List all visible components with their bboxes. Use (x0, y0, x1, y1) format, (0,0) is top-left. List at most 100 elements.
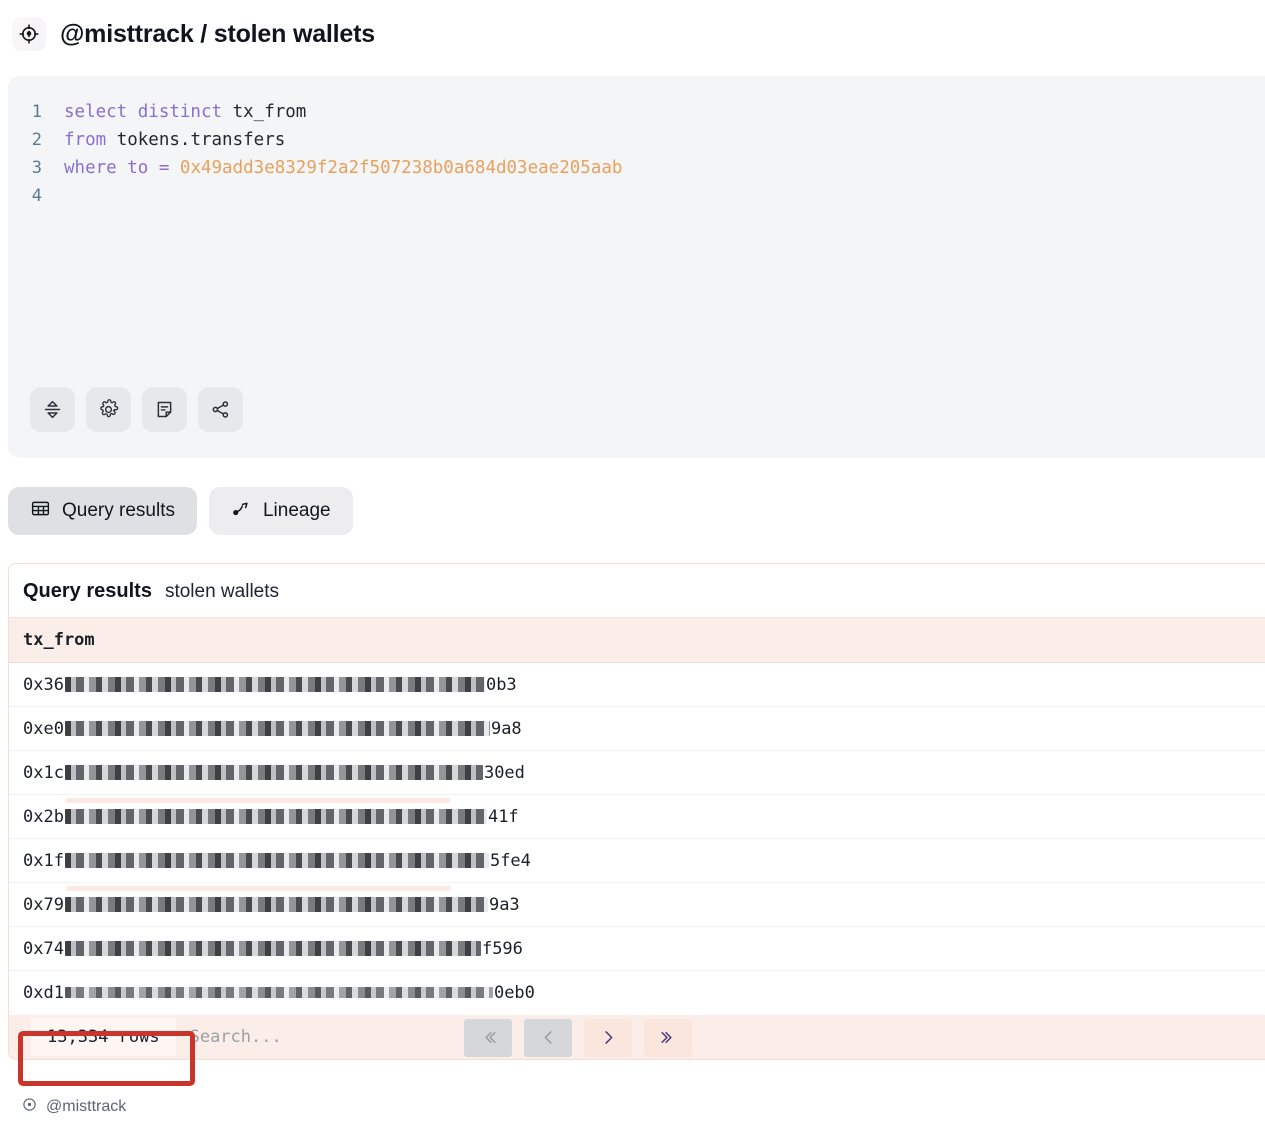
next-page-button[interactable] (584, 1019, 632, 1057)
sql-code-area[interactable]: 1 select distinct tx_from 2 from tokens.… (8, 76, 1265, 210)
code-line-content: where to = 0x49add3e8329f2a2f507238b0a68… (64, 154, 622, 182)
redaction-bar (65, 809, 487, 824)
gear-icon[interactable] (86, 387, 131, 432)
lineage-arrow-icon (231, 498, 252, 525)
result-tabs: Query results Lineage (8, 487, 353, 535)
code-line: 1 select distinct tx_from (8, 98, 1265, 126)
redacted-address: 0x799a3 (23, 895, 520, 915)
redacted-address: 0x1c 30ed (23, 763, 525, 783)
results-footer: 13,334 rows (9, 1015, 1265, 1059)
tab-query-results[interactable]: Query results (8, 487, 197, 535)
first-page-button[interactable] (464, 1019, 512, 1057)
expand-collapse-icon[interactable] (30, 387, 75, 432)
cell-tx-from: 0xd1 0eb0 (9, 971, 1265, 1015)
share-icon[interactable] (198, 387, 243, 432)
redacted-address: 0xd1 0eb0 (23, 983, 535, 1003)
redacted-address: 0x74 f596 (23, 939, 523, 959)
results-table: tx_from 0x36 0b3 0xe0 9a8 0x1c 30ed 0x2b 41f… (9, 617, 1265, 1015)
table-row[interactable]: 0x74 f596 (9, 927, 1265, 971)
results-table-head: tx_from (9, 618, 1265, 663)
cell-tx-from: 0x1f 5fe4 (9, 839, 1265, 883)
cell-tx-from: 0xe0 9a8 (9, 707, 1265, 751)
table-row[interactable]: 0xd1 0eb0 (9, 971, 1265, 1015)
query-results-card: Query results stolen wallets tx_from 0x3… (8, 563, 1265, 1060)
address-prefix: 0x36 (23, 675, 64, 695)
redaction-bar (65, 987, 493, 998)
sql-keyword: select distinct (64, 102, 222, 122)
crosshair-target-icon (12, 17, 46, 51)
cell-tx-from: 0x74 f596 (9, 927, 1265, 971)
note-icon[interactable] (142, 387, 187, 432)
redaction-bar (65, 853, 489, 868)
cell-tx-from: 0x1c 30ed (9, 751, 1265, 795)
address-prefix: 0x1c (23, 763, 64, 783)
redaction-bar (65, 941, 481, 956)
code-line-content: from tokens.transfers (64, 126, 285, 154)
redacted-address: 0x1f 5fe4 (23, 851, 531, 871)
redaction-bar (65, 897, 488, 912)
address-prefix: 0xd1 (23, 983, 64, 1003)
redacted-address: 0xe0 9a8 (23, 719, 522, 739)
address-prefix: 0x1f (23, 851, 64, 871)
tab-label: Query results (62, 500, 175, 522)
table-row[interactable]: 0x36 0b3 (9, 663, 1265, 707)
address-suffix: 9a8 (491, 719, 522, 739)
address-suffix: 41f (488, 807, 519, 827)
address-suffix: 0eb0 (494, 983, 535, 1003)
table-row[interactable]: 0x1c 30ed (9, 751, 1265, 795)
row-highlight-bar (66, 886, 451, 891)
results-table-body: 0x36 0b3 0xe0 9a8 0x1c 30ed 0x2b 41f 0x1f 5fe… (9, 663, 1265, 1015)
results-title: Query results (23, 580, 152, 603)
address-prefix: 0x2b (23, 807, 64, 827)
redaction-bar (65, 677, 485, 692)
tab-lineage[interactable]: Lineage (209, 487, 353, 535)
sql-editor-panel[interactable]: 1 select distinct tx_from 2 from tokens.… (8, 76, 1265, 458)
line-number: 2 (8, 126, 64, 154)
tab-label: Lineage (263, 500, 331, 522)
line-number: 3 (8, 154, 64, 182)
attribution: @misttrack (22, 1097, 126, 1117)
line-number: 1 (8, 98, 64, 126)
previous-page-button[interactable] (524, 1019, 572, 1057)
sql-identifier: tx_from (222, 102, 306, 122)
address-suffix: f596 (482, 939, 523, 959)
redacted-address: 0x36 0b3 (23, 675, 517, 695)
redacted-address: 0x2b 41f (23, 807, 519, 827)
line-number: 4 (8, 182, 64, 210)
table-row[interactable]: 0xe0 9a8 (9, 707, 1265, 751)
editor-toolbar (30, 387, 243, 432)
address-suffix: 0b3 (486, 675, 517, 695)
page-header: @misttrack / stolen wallets (0, 0, 1265, 64)
redaction-bar (65, 765, 483, 780)
code-line-content: select distinct tx_from (64, 98, 306, 126)
row-highlight-bar (66, 798, 451, 803)
sql-identifier (169, 158, 180, 178)
cell-tx-from: 0x36 0b3 (9, 663, 1265, 707)
sql-keyword: from (64, 130, 106, 150)
sql-keyword: where to = (64, 158, 169, 178)
page-title: @misttrack / stolen wallets (60, 20, 375, 49)
address-prefix: 0x74 (23, 939, 64, 959)
address-prefix: 0xe0 (23, 719, 64, 739)
table-row[interactable]: 0x1f 5fe4 (9, 839, 1265, 883)
sql-literal: 0x49add3e8329f2a2f507238b0a684d03eae205a… (180, 158, 623, 178)
code-line: 2 from tokens.transfers (8, 126, 1265, 154)
attribution-label: @misttrack (46, 1098, 126, 1116)
pagination-controls (464, 1019, 692, 1057)
sql-identifier: tokens.transfers (106, 130, 285, 150)
last-page-button[interactable] (644, 1019, 692, 1057)
results-subtitle: stolen wallets (165, 581, 279, 603)
column-header-tx-from[interactable]: tx_from (9, 618, 1265, 663)
row-count-badge: 13,334 rows (31, 1018, 176, 1056)
query-page: @misttrack / stolen wallets 1 select dis… (0, 0, 1265, 1130)
clock-icon (22, 1097, 37, 1117)
table-grid-icon (30, 498, 51, 525)
search-input[interactable] (188, 1017, 448, 1057)
redaction-bar (65, 721, 490, 736)
address-suffix: 5fe4 (490, 851, 531, 871)
code-line: 3 where to = 0x49add3e8329f2a2f507238b0a… (8, 154, 1265, 182)
table-header-row: tx_from (9, 618, 1265, 663)
address-suffix: 9a3 (489, 895, 520, 915)
code-line: 4 (8, 182, 1265, 210)
address-suffix: 30ed (484, 763, 525, 783)
